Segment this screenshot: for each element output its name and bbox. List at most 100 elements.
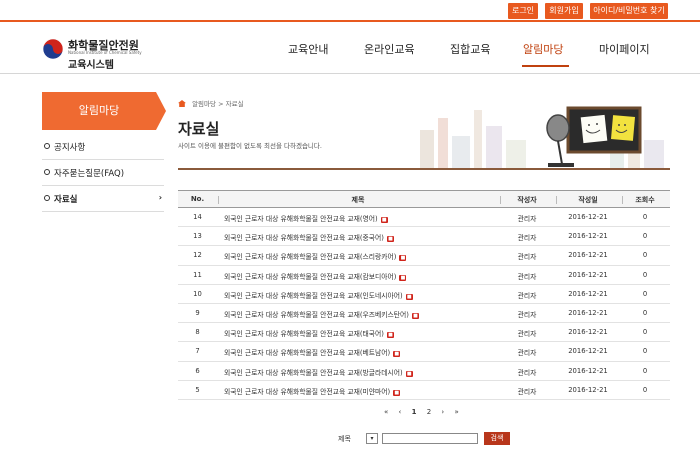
attachment-icon[interactable]: ■ bbox=[380, 217, 388, 223]
cell-author-text: 관리자 bbox=[517, 387, 537, 396]
first-page-icon[interactable]: « bbox=[384, 408, 388, 416]
cell-no-text: 11 bbox=[193, 270, 202, 279]
cell-title-text: 외국인 근로자 대상 유해화학물질 안전교육 교재(방글라데시어) bbox=[224, 368, 403, 377]
cell-title[interactable]: 외국인 근로자 대상 유해화학물질 안전교육 교재(영어) ■ bbox=[224, 213, 498, 223]
lnb-item-label: 공지사항 bbox=[54, 143, 86, 153]
next-page-icon[interactable]: › bbox=[441, 408, 444, 416]
cell-author-text: 관리자 bbox=[517, 215, 537, 223]
attachment-icon[interactable]: ■ bbox=[386, 236, 394, 243]
cell-title-text: 외국인 근로자 대상 유해화학물질 안전교육 교재(중국어) bbox=[224, 234, 384, 243]
cell-date: 2016-12-21 bbox=[556, 309, 620, 317]
cell-title-text: 외국인 근로자 대상 유해화학물질 안전교육 교재(스리랑카어) bbox=[224, 253, 397, 262]
page-link[interactable]: 1 bbox=[412, 408, 417, 416]
attachment-icon[interactable]: ■ bbox=[393, 351, 401, 358]
cell-no: 8 bbox=[180, 328, 215, 336]
cell-no: 14 bbox=[180, 213, 215, 221]
cell-views: 0 bbox=[622, 347, 668, 355]
cell-views: 0 bbox=[622, 232, 668, 240]
cell-no: 13 bbox=[180, 232, 215, 240]
lnb-item-label: 자주묻는질문(FAQ) bbox=[54, 169, 125, 179]
cell-title[interactable]: 외국인 근로자 대상 유해화학물질 안전교육 교재(태국어) ■ bbox=[224, 328, 498, 339]
table-row[interactable]: 11 외국인 근로자 대상 유해화학물질 안전교육 교재(캄보디아어) ■ 관리자 20… bbox=[178, 266, 670, 285]
cell-date-text: 2016-12-21 bbox=[568, 385, 608, 394]
cell-date: 2016-12-21 bbox=[556, 347, 620, 355]
cell-no-text: 9 bbox=[195, 308, 200, 317]
table-row[interactable]: 14 외국인 근로자 대상 유해화학물질 안전교육 교재(영어) ■ 관리자 2016-… bbox=[178, 208, 670, 228]
login-button[interactable]: 로그인 bbox=[508, 3, 538, 19]
lnb-item-archive[interactable]: 자료실 › bbox=[42, 186, 164, 212]
header-author: 작성자 bbox=[517, 196, 537, 204]
lnb-item-faq[interactable]: 자주묻는질문(FAQ) bbox=[42, 160, 164, 186]
search-input[interactable] bbox=[382, 433, 478, 444]
cell-title[interactable]: 외국인 근로자 대상 유해화학물질 안전교육 교재(방글라데시어) ■ bbox=[224, 367, 498, 377]
cell-title-text: 외국인 근로자 대상 유해화학물질 안전교육 교재(우즈베키스탄어) bbox=[224, 310, 409, 319]
cell-views-text: 0 bbox=[642, 251, 648, 260]
search-button[interactable]: 검색 bbox=[484, 432, 510, 445]
cell-no: 11 bbox=[180, 271, 215, 279]
cell-title[interactable]: 외국인 근로자 대상 유해화학물질 안전교육 교재(베트남어) ■ bbox=[224, 347, 498, 358]
prev-page-icon[interactable]: ‹ bbox=[399, 408, 402, 416]
cell-author-text: 관리자 bbox=[517, 368, 537, 377]
cell-title[interactable]: 외국인 근로자 대상 유해화학물질 안전교육 교재(중국어) ■ bbox=[224, 232, 498, 243]
search-field-label[interactable]: 제목 bbox=[338, 434, 351, 444]
cell-title[interactable]: 외국인 근로자 대상 유해화학물질 안전교육 교재(미얀마어) ■ bbox=[224, 386, 498, 396]
attachment-icon[interactable]: ■ bbox=[386, 332, 394, 339]
nav-online-edu[interactable]: 온라인교육 bbox=[364, 41, 415, 57]
cell-author-text: 관리자 bbox=[517, 234, 537, 243]
table-row[interactable]: 12 외국인 근로자 대상 유해화학물질 안전교육 교재(스리랑카어) ■ 관리자 20… bbox=[178, 246, 670, 266]
header-date: 작성일 bbox=[578, 196, 598, 204]
nav-group-edu[interactable]: 집합교육 bbox=[450, 41, 490, 57]
table-row[interactable]: 8 외국인 근로자 대상 유해화학물질 안전교육 교재(태국어) ■ 관리자 2016-… bbox=[178, 323, 670, 343]
nav-mypage[interactable]: 마이페이지 bbox=[599, 41, 650, 57]
site-logo[interactable]: 화학물질안전원 National Institute of Chemical S… bbox=[42, 35, 162, 71]
cell-date: 2016-12-21 bbox=[556, 367, 620, 375]
breadcrumb-current: 자료실 bbox=[225, 100, 244, 108]
table-row[interactable]: 6 외국인 근로자 대상 유해화학물질 안전교육 교재(방글라데시어) ■ 관리자 20… bbox=[178, 362, 670, 381]
utility-bar: 로그인 회원가입 아이디/비밀번호 찾기 bbox=[0, 0, 700, 22]
nav-notice[interactable]: 알림마당 bbox=[523, 41, 563, 57]
nav-edu-info[interactable]: 교육안내 bbox=[288, 41, 328, 57]
last-page-icon[interactable]: » bbox=[454, 408, 458, 416]
chevron-down-icon[interactable]: ▾ bbox=[366, 433, 378, 444]
cell-title[interactable]: 외국인 근로자 대상 유해화학물질 안전교육 교재(캄보디아어) ■ bbox=[224, 271, 498, 281]
cell-views: 0 bbox=[622, 309, 668, 317]
cell-date: 2016-12-21 bbox=[556, 271, 620, 279]
cell-author: 관리자 bbox=[500, 232, 554, 242]
attachment-icon[interactable]: ■ bbox=[405, 293, 413, 300]
page-link[interactable]: 2 bbox=[427, 408, 431, 416]
table-row[interactable]: 10 외국인 근로자 대상 유해화학물질 안전교육 교재(인도네시아어) ■ 관리자 2… bbox=[178, 285, 670, 304]
content-divider bbox=[178, 168, 670, 170]
breadcrumb: 알림마당 > 자료실 bbox=[178, 98, 244, 108]
cell-date: 2016-12-21 bbox=[556, 232, 620, 240]
table-row[interactable]: 9 외국인 근로자 대상 유해화학물질 안전교육 교재(우즈베키스탄어) ■ 관리자 2… bbox=[178, 304, 670, 324]
cell-author-text: 관리자 bbox=[517, 272, 537, 281]
page-description: 사이트 이용에 불편함이 없도록 최선을 다하겠습니다. bbox=[178, 142, 322, 150]
cell-no: 6 bbox=[180, 367, 215, 375]
cell-no: 12 bbox=[180, 251, 215, 259]
signup-button[interactable]: 회원가입 bbox=[545, 3, 583, 19]
cell-date-text: 2016-12-21 bbox=[568, 308, 608, 317]
cell-title[interactable]: 외국인 근로자 대상 유해화학물질 안전교육 교재(우즈베키스탄어) ■ bbox=[224, 309, 498, 319]
attachment-icon[interactable]: ■ bbox=[399, 274, 407, 281]
table-row[interactable]: 7 외국인 근로자 대상 유해화학물질 안전교육 교재(베트남어) ■ 관리자 2016… bbox=[178, 342, 670, 362]
table-row[interactable]: 5 외국인 근로자 대상 유해화학물질 안전교육 교재(미얀마어) ■ 관리자 2016… bbox=[178, 381, 670, 400]
table-row[interactable]: 13 외국인 근로자 대상 유해화학물질 안전교육 교재(중국어) ■ 관리자 2016… bbox=[178, 227, 670, 247]
header: 화학물질안전원 National Institute of Chemical S… bbox=[0, 22, 700, 74]
cell-author-text: 관리자 bbox=[517, 330, 537, 339]
find-account-button[interactable]: 아이디/비밀번호 찾기 bbox=[590, 3, 668, 19]
cell-title[interactable]: 외국인 근로자 대상 유해화학물질 안전교육 교재(스리랑카어) ■ bbox=[224, 251, 498, 262]
cell-no-text: 13 bbox=[193, 232, 202, 241]
breadcrumb-section[interactable]: 알림마당 bbox=[192, 100, 216, 108]
cell-no: 5 bbox=[180, 386, 215, 394]
cell-date-text: 2016-12-21 bbox=[568, 328, 608, 337]
lnb-item-notice[interactable]: 공지사항 bbox=[42, 134, 164, 160]
attachment-icon[interactable]: ■ bbox=[405, 370, 413, 377]
cell-date-text: 2016-12-21 bbox=[568, 213, 608, 221]
cell-date: 2016-12-21 bbox=[556, 213, 620, 221]
attachment-icon[interactable]: ■ bbox=[399, 255, 407, 262]
cell-views-text: 0 bbox=[642, 232, 648, 241]
home-icon[interactable] bbox=[178, 100, 186, 107]
attachment-icon[interactable]: ■ bbox=[393, 389, 401, 396]
attachment-icon[interactable]: ■ bbox=[411, 312, 419, 319]
cell-title[interactable]: 외국인 근로자 대상 유해화학물질 안전교육 교재(인도네시아어) ■ bbox=[224, 290, 498, 300]
